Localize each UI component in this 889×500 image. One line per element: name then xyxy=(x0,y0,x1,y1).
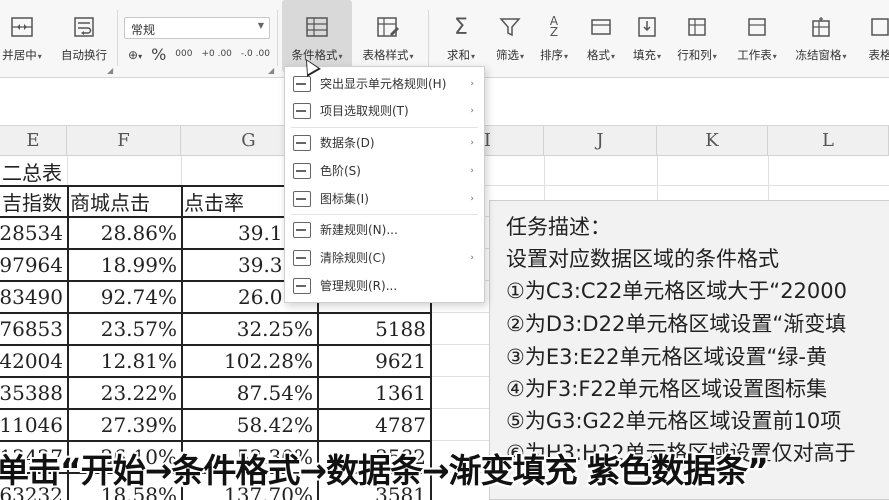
format-icon xyxy=(588,14,614,40)
table-cell[interactable]: 87.54% xyxy=(182,377,317,409)
icon-sets-icon xyxy=(293,190,311,207)
table-cell[interactable]: 9621 xyxy=(318,345,430,377)
video-subtitle: 单击“开始→条件格式→数据条→渐变填充 紫色数据条” xyxy=(0,451,769,490)
top-bottom-rules-icon xyxy=(293,102,311,119)
highlight-rules-icon xyxy=(293,75,311,92)
fill-down-icon xyxy=(634,14,660,40)
header-cell[interactable]: 吉指数 xyxy=(0,185,67,217)
rows-columns-button[interactable]: 行和列▾ xyxy=(672,0,722,72)
submenu-arrow-icon: › xyxy=(470,252,474,263)
column-header-f[interactable]: F xyxy=(67,126,181,156)
currency-button[interactable]: ⊕▾ xyxy=(128,48,142,62)
data-bars-icon xyxy=(293,134,311,151)
conditional-format-menu: 突出显示单元格规则(H) › 项目选取规则(T) › 数据条(D) › 色阶(S… xyxy=(284,66,485,303)
table-cell[interactable]: 28.86% xyxy=(68,217,181,249)
task-heading: 任务描述： xyxy=(506,215,611,239)
table-cell[interactable]: 5188 xyxy=(318,313,430,345)
task-line: ④为F3:F22单元格区域设置图标集 xyxy=(506,377,828,401)
manage-rules-icon xyxy=(293,277,311,294)
thousands-separator-button[interactable]: 000 xyxy=(175,50,192,59)
table-cell[interactable]: 4787 xyxy=(318,409,430,441)
sort-icon: AZ xyxy=(549,14,559,39)
format-button[interactable]: 格式▾ xyxy=(580,0,622,72)
menu-item-manage-rules[interactable]: 管理规则(R)... xyxy=(285,272,484,299)
decrease-decimal-button[interactable]: -.0 .00 xyxy=(241,50,270,59)
wrap-text-button[interactable]: 自动换行 xyxy=(54,0,114,72)
column-header-e[interactable]: E xyxy=(0,126,67,156)
freeze-panes-icon xyxy=(808,14,834,40)
menu-item-highlight-rules[interactable]: 突出显示单元格规则(H) › xyxy=(285,70,484,97)
chevron-down-icon: ▼ xyxy=(257,21,264,30)
submenu-arrow-icon: › xyxy=(470,137,474,148)
percent-button[interactable]: % xyxy=(151,45,166,64)
increase-decimal-button[interactable]: +0 .00 xyxy=(201,50,231,59)
table-cell[interactable]: 32.25% xyxy=(182,313,317,345)
freeze-panes-button[interactable]: 冻结窗格▾ xyxy=(790,0,852,72)
menu-item-icon-sets[interactable]: 图标集(I) › xyxy=(285,185,484,212)
table-cell[interactable]: 58.42% xyxy=(182,409,317,441)
task-line: ②为D3:D22单元格区域设置“渐变填 xyxy=(506,312,847,336)
submenu-arrow-icon: › xyxy=(470,193,474,204)
worksheet-icon xyxy=(744,14,770,40)
sort-button[interactable]: AZ 排序▾ xyxy=(534,0,574,72)
table-icon xyxy=(867,14,889,40)
submenu-arrow-icon: › xyxy=(470,165,474,176)
table-cell[interactable]: 528534 xyxy=(0,217,67,249)
table-cell[interactable]: 376853 xyxy=(0,313,67,345)
fill-button[interactable]: 填充▾ xyxy=(626,0,668,72)
table-cell[interactable]: 23.22% xyxy=(68,377,181,409)
table-cell[interactable]: 92.74% xyxy=(68,281,181,313)
menu-item-new-rule[interactable]: 新建规则(N)... xyxy=(285,216,484,243)
menu-item-top-bottom-rules[interactable]: 项目选取规则(T) › xyxy=(285,97,484,124)
conditional-format-icon xyxy=(304,14,330,40)
sheet-title-cell[interactable]: 二总表 xyxy=(0,156,180,186)
table-cell[interactable]: 711046 xyxy=(0,409,67,441)
submenu-arrow-icon: › xyxy=(470,105,474,116)
sigma-icon: Σ xyxy=(454,14,468,40)
task-line: 设置对应数据区域的条件格式 xyxy=(506,247,779,271)
number-format-tools: ⊕▾ % 000 +0 .00 -.0 .00 xyxy=(128,45,270,64)
rows-columns-icon xyxy=(684,14,710,40)
clear-rules-icon xyxy=(293,249,311,266)
table-cell[interactable]: 12.81% xyxy=(68,345,181,377)
filter-icon xyxy=(497,14,523,40)
merge-center-button[interactable]: 并居中▾ xyxy=(0,0,50,72)
new-rule-icon xyxy=(293,221,311,238)
table-style-icon xyxy=(375,14,401,40)
menu-item-clear-rules[interactable]: 清除规则(C) › xyxy=(285,244,484,271)
table-cell[interactable]: 23.57% xyxy=(68,313,181,345)
task-line: ③为E3:E22单元格区域设置“绿-黄 xyxy=(506,345,827,369)
merge-cells-icon xyxy=(9,14,35,40)
task-line: ①为C3:C22单元格区域大于“22000 xyxy=(506,279,847,303)
table-cell[interactable]: 102.28% xyxy=(182,345,317,377)
submenu-arrow-icon: › xyxy=(470,78,474,89)
color-scales-icon xyxy=(293,162,311,179)
number-format-select[interactable]: 常规 ▼ xyxy=(124,17,270,39)
table-cell[interactable]: 535388 xyxy=(0,377,67,409)
table-button[interactable]: 表格 xyxy=(860,0,889,72)
table-cell[interactable]: 27.39% xyxy=(68,409,181,441)
table-style-button[interactable]: 表格样式▾ xyxy=(356,0,420,72)
menu-item-data-bars[interactable]: 数据条(D) › xyxy=(285,129,484,156)
column-header-l[interactable]: L xyxy=(768,126,889,156)
column-header-j[interactable]: J xyxy=(544,126,657,156)
menu-item-color-scales[interactable]: 色阶(S) › xyxy=(285,157,484,184)
table-cell[interactable]: 18.99% xyxy=(68,249,181,281)
wrap-text-icon xyxy=(71,14,97,40)
task-line: ⑤为G3:G22单元格区域设置前10项 xyxy=(506,409,842,433)
filter-button[interactable]: 筛选▾ xyxy=(486,0,534,72)
worksheet-button[interactable]: 工作表▾ xyxy=(730,0,784,72)
column-header-k[interactable]: K xyxy=(657,126,768,156)
table-cell[interactable]: 783490 xyxy=(0,281,67,313)
table-cell[interactable]: 942004 xyxy=(0,345,67,377)
table-cell[interactable]: 1361 xyxy=(318,377,430,409)
sum-button[interactable]: Σ 求和▾ xyxy=(440,0,482,72)
header-cell[interactable]: 商城点击 xyxy=(68,185,181,217)
table-cell[interactable]: 597964 xyxy=(0,249,67,281)
